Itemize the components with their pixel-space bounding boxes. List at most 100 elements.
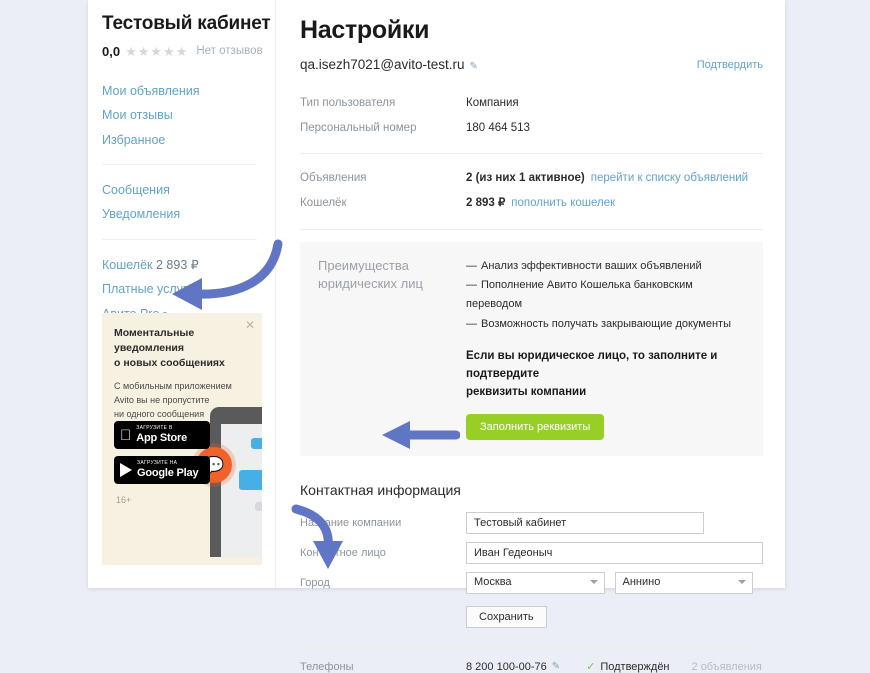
google-play-small-label: Загрузите на [137, 460, 178, 466]
benefit-item-text: Возможность получать закрывающие докумен… [481, 317, 731, 330]
company-name-row: Название компании [300, 512, 763, 535]
dash-bullet: — [466, 279, 477, 292]
chevron-down-icon [589, 580, 598, 585]
apple-icon:  [120, 428, 131, 443]
sidebar-item-notifications[interactable]: Уведомления [102, 202, 257, 226]
divider [300, 228, 763, 230]
divider [300, 153, 763, 155]
city-row: Город Москва Аннино [300, 572, 763, 595]
account-name: Тестовый кабинет [102, 13, 271, 34]
email-value: qa.isezh7021@avito-test.ru [300, 57, 465, 72]
phone-ads-count: 2 объявления [691, 660, 762, 673]
personal-number-value: 180 464 513 [466, 121, 530, 134]
ads-row: Объявления 2 (из них 1 активное) перейти … [300, 166, 763, 191]
go-to-ads-link[interactable]: перейти к списку объявлений [591, 172, 748, 184]
star-icon: ★ [125, 43, 137, 59]
chat-bubble [251, 438, 262, 449]
fill-requisites-button[interactable]: Заполнить реквизиты [466, 414, 605, 441]
age-rating-label: 16+ [116, 495, 132, 505]
dash-bullet: — [466, 259, 477, 272]
benefits-note: Если вы юридическое лицо, то заполните и… [466, 348, 745, 401]
rating-value: 0,0 [102, 43, 121, 59]
google-play-badge[interactable]: Загрузите на Google Play [114, 456, 210, 484]
phones-row: Телефоны 8 200 100-00-76 ✎ ✓ Подтверждён… [300, 660, 763, 673]
company-name-label: Название компании [300, 517, 402, 530]
topup-wallet-link[interactable]: пополнить кошелек [511, 197, 615, 209]
edit-pencil-icon[interactable]: ✎ [552, 661, 560, 672]
phones-label: Телефоны [300, 660, 354, 673]
google-play-icon [120, 463, 132, 477]
sidebar-item-my-ads[interactable]: Мои объявления [102, 79, 257, 103]
close-icon[interactable]: ✕ [245, 319, 255, 331]
app-store-label: App Store [125, 432, 187, 444]
benefits-note-line1: Если вы юридическое лицо, то заполните и… [466, 349, 718, 380]
promo-sub-line2: Avito вы не пропустите [114, 395, 210, 406]
no-reviews-label: Нет отзывов [196, 45, 263, 58]
user-type-label: Тип пользователя [300, 97, 396, 109]
sidebar-wallet-amount: 2 893 ₽ [156, 257, 199, 272]
star-icon: ★ [137, 43, 150, 59]
contact-person-input[interactable] [466, 542, 763, 565]
ads-label: Объявления [300, 172, 367, 185]
app-store-badge[interactable]:  Загрузите в App Store [114, 421, 210, 449]
sidebar-item-wallet-label: Кошелёк [102, 257, 153, 272]
company-name-input[interactable] [466, 512, 704, 535]
account-card: Тестовый кабинет 0,0 ★ ★ ★ ★ ★ Нет отзыв… [88, 0, 785, 673]
phone-screen [221, 424, 262, 557]
benefit-item: — Возможность получать закрывающие докуме… [466, 315, 745, 334]
sidebar-item-wallet[interactable]: Кошелёк 2 893 ₽ [102, 253, 257, 277]
city-select[interactable]: Москва [466, 572, 605, 595]
ads-value: 2 (из них 1 активное) [466, 172, 585, 185]
email-row: qa.isezh7021@avito-test.ru ✎ Подтвердить [300, 56, 763, 74]
promo-heading-line1: Моментальные [114, 327, 195, 339]
phone-confirmed-label: Подтверждён [600, 660, 670, 673]
page-title: Настройки [300, 16, 430, 44]
sidebar-item-favorites[interactable]: Избранное [102, 128, 257, 152]
district-select-value: Аннино [622, 576, 661, 589]
save-button[interactable]: Сохранить [466, 606, 547, 629]
user-type-row: Тип пользователя Компания [300, 91, 763, 116]
promo-sub-line1: С мобильным приложением [114, 380, 232, 391]
edit-pencil-icon[interactable]: ✎ [470, 61, 478, 72]
star-rating: ★ ★ ★ ★ ★ [125, 45, 187, 58]
chat-bubble [255, 502, 262, 511]
promo-heading-line2: уведомления [114, 342, 184, 355]
promo-heading: Моментальные уведомления о новых сообщен… [102, 313, 262, 372]
sidebar-item-paid-services[interactable]: Платные услуги [102, 277, 257, 301]
contact-section-title: Контактная информация [300, 482, 461, 499]
benefits-note-line2: реквизиты компании [466, 385, 587, 398]
google-play-label: Google Play [137, 467, 199, 479]
wallet-row: Кошелёк 2 893 ₽ пополнить кошелек [300, 191, 763, 216]
district-select[interactable]: Аннино [614, 572, 753, 595]
sidebar-item-messages[interactable]: Сообщения [102, 178, 257, 202]
benefits-title-line2: юридических лиц [318, 276, 423, 292]
nav-group-messages: Сообщения Уведомления [102, 178, 257, 240]
benefit-item-text: Анализ эффективности ваших объявлений [481, 259, 702, 272]
user-type-value: Компания [466, 97, 519, 109]
star-icon: ★ [163, 43, 175, 59]
chat-bubble [239, 470, 262, 490]
promo-heading-line3: о новых сообщениях [114, 357, 225, 370]
nav-group-listings: Мои объявления Мои отзывы Избранное [102, 79, 257, 166]
personal-number-row: Персональный номер 180 464 513 [300, 116, 763, 141]
divider [300, 648, 763, 650]
benefits-title-line1: Преимущества [318, 257, 409, 273]
star-icon: ★ [175, 43, 188, 59]
sidebar: Тестовый кабинет 0,0 ★ ★ ★ ★ ★ Нет отзыв… [88, 0, 276, 588]
sidebar-item-my-reviews[interactable]: Мои отзывы [102, 103, 257, 127]
star-icon: ★ [150, 43, 163, 59]
phone-illustration: 💬 [196, 407, 262, 557]
main-content: Настройки qa.isezh7021@avito-test.ru ✎ По… [276, 0, 785, 673]
contact-person-label: Контактное лицо [300, 547, 386, 560]
benefits-body: — Анализ эффективности ваших объявлений —… [466, 257, 745, 441]
store-badges:  Загрузите в App Store Загрузите на Goo… [114, 421, 210, 491]
promo-banner: ✕ Моментальные уведомления о новых сообщ… [102, 313, 262, 565]
benefit-item: — Пополнение Авито Кошелька банковским пе… [466, 276, 745, 315]
personal-number-label: Персональный номер [300, 121, 417, 134]
app-store-small-label: Загрузите в [125, 425, 172, 431]
contact-person-row: Контактное лицо [300, 542, 763, 565]
dash-bullet: — [466, 317, 477, 330]
confirm-email-link[interactable]: Подтвердить [697, 59, 763, 71]
wallet-value: 2 893 ₽ [466, 197, 506, 210]
phone-number: 8 200 100-00-76 [466, 660, 547, 673]
